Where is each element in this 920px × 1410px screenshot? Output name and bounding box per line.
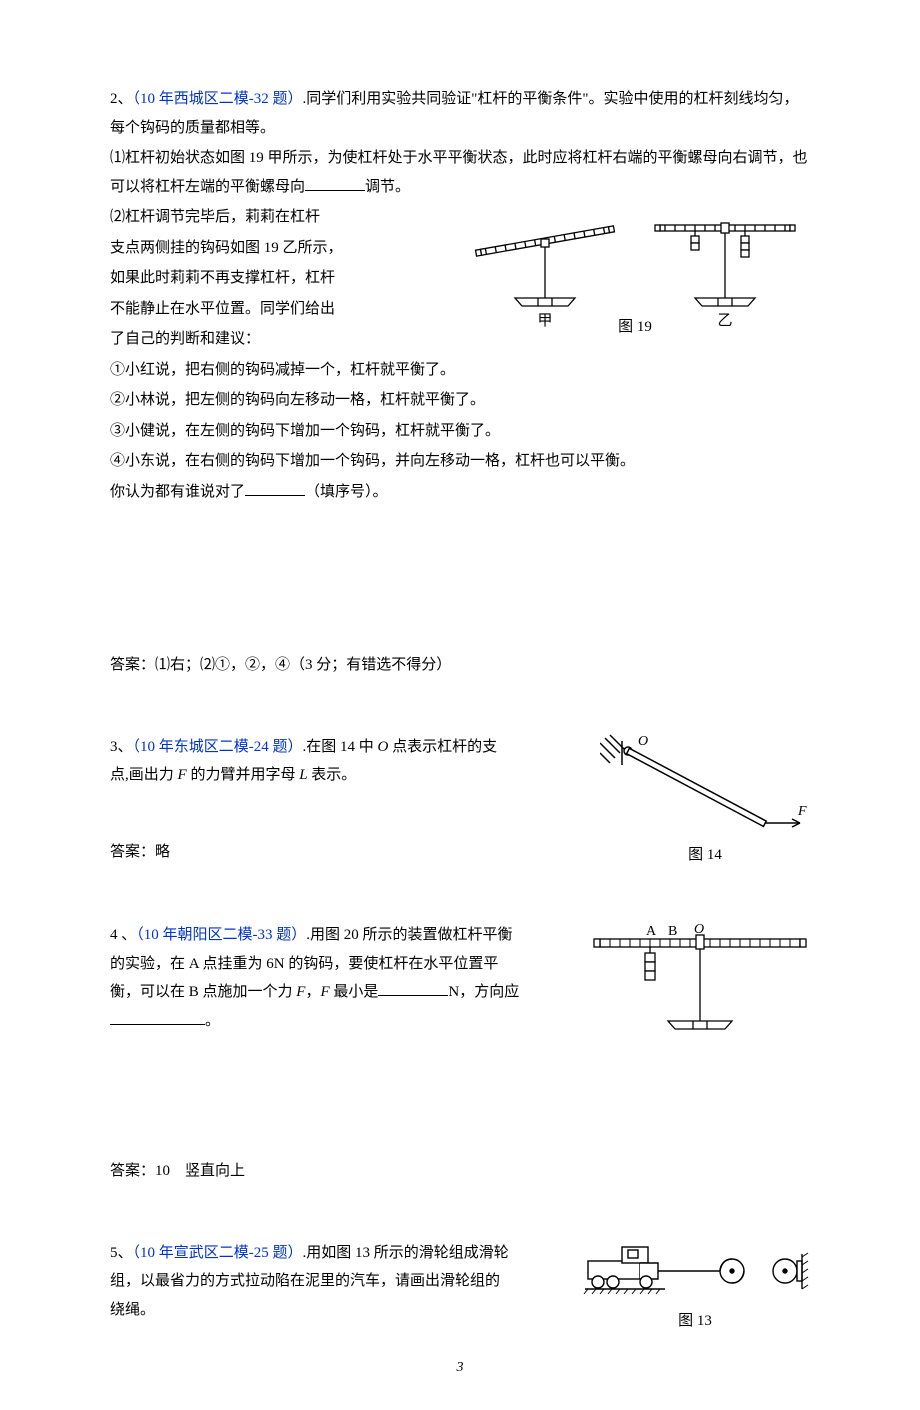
q2-option-3: ③小健说，在左侧的钩码下增加一个钩码，杠杆就平衡了。 (110, 417, 810, 446)
question-2: 2、（10 年西城区二模-32 题）.同学们利用实验共同验证"杠杆的平衡条件"。… (110, 85, 810, 698)
q4-F2: F (320, 984, 329, 1000)
lever-yi (655, 223, 795, 306)
fig14-F: F (797, 804, 807, 819)
figure-13: 图 13 (580, 1239, 810, 1336)
question-4: A B O 4 、（10 年朝阳区二模-33 题）.用图 20 所示的装置做杠杆… (110, 921, 810, 1204)
q4-t5: 。 (205, 1013, 220, 1029)
q4-t4: N，方向应 (448, 984, 519, 1000)
q4-answer: 答案：10 竖直向上 (110, 1157, 810, 1186)
blank-4 (110, 1010, 205, 1025)
q3-text: 3、（10 年东城区二模-24 题）.在图 14 中 O 点表示杠杆的支点,画出… (110, 733, 510, 790)
fig14-caption: 图 14 (600, 841, 810, 870)
q2-ask: 你认为都有谁说对了 （填序号）。 (110, 478, 810, 507)
q2-p3: 支点两侧挂的钩码如图 19 乙所示， (110, 234, 450, 263)
q3-O: O (378, 739, 389, 755)
figure-20: A B O (590, 921, 810, 1036)
q3-t3: 的力臂并用字母 (187, 767, 300, 783)
q5-source: （10 年宣武区二模-25 题） (133, 1245, 303, 1261)
q2-answer: 答案：⑴右；⑵①，②，④（3 分；有错选不得分） (110, 651, 810, 680)
figure-14: O F 图 14 (600, 733, 810, 870)
question-5: 图 13 5、（10 年宣武区二模-25 题）.用如图 13 所示的滑轮组成滑轮… (110, 1239, 810, 1336)
q3-L: L (299, 767, 307, 783)
lever-jia (476, 226, 615, 306)
fig14-O: O (638, 734, 648, 749)
q3-source: （10 年东城区二模-24 题） (133, 739, 303, 755)
blank-2 (245, 481, 305, 496)
q2-part2-text: ⑵杠杆调节完毕后，莉莉在杠杆 支点两侧挂的钩码如图 19 乙所示， 如果此时莉莉… (110, 203, 450, 354)
q5-text: 5、（10 年宣武区二模-25 题）.用如图 13 所示的滑轮组成滑轮组，以最省… (110, 1239, 510, 1325)
fig20-B: B (668, 924, 677, 939)
q2-qb: （填序号）。 (305, 484, 388, 500)
fig19-caption: 图 19 (618, 318, 652, 335)
q2-part1: ⑴杠杆初始状态如图 19 甲所示，为使杠杆处于水平平衡状态，此时应将杠杆右端的平… (110, 144, 810, 201)
q4-text: 4 、（10 年朝阳区二模-33 题）.用图 20 所示的装置做杠杆平衡的实验，… (110, 921, 525, 1035)
q2-p2: ⑵杠杆调节完毕后，莉莉在杠杆 (110, 203, 450, 232)
q2-intro: 2、（10 年西城区二模-32 题）.同学们利用实验共同验证"杠杆的平衡条件"。… (110, 85, 810, 142)
page-number: 3 (457, 1355, 464, 1382)
fig19-label-yi: 乙 (717, 313, 732, 329)
q4-source: （10 年朝阳区二模-33 题） (136, 927, 306, 943)
q3-t4: 表示。 (308, 767, 357, 783)
q5-number: 5、 (110, 1245, 133, 1261)
q3-F: F (178, 767, 187, 783)
q3-number: 3、 (110, 739, 133, 755)
q2-p5: 不能静止在水平位置。同学们给出 (110, 295, 450, 324)
blank-1 (305, 176, 365, 191)
fig20-O: O (694, 922, 704, 937)
fig19-label-jia: 甲 (537, 313, 552, 329)
q2-p1a: ⑴杠杆初始状态如图 19 甲所示，为使杠杆处于水平平衡状态，此时应将杠杆右端的平… (110, 150, 808, 195)
fig20-A: A (646, 924, 657, 939)
q2-option-1: ①小红说，把右侧的钩码减掉一个，杠杆就平衡了。 (110, 356, 810, 385)
q2-number: 2、 (110, 91, 133, 107)
q4-number: 4 、 (110, 927, 136, 943)
q2-p6: 了自己的判断和建议： (110, 325, 450, 354)
q2-p1b: 调节。 (365, 179, 410, 195)
q2-option-2: ②小林说，把左侧的钩码向左移动一格，杠杆就平衡了。 (110, 386, 810, 415)
blank-3 (378, 981, 448, 996)
q2-option-4: ④小东说，在右侧的钩码下增加一个钩码，并向左移动一格，杠杆也可以平衡。 (110, 447, 810, 476)
q3-t1: .在图 14 中 (303, 739, 378, 755)
question-3: O F 图 14 3、（10 年东城区二模-24 题）.在图 14 中 O 点表… (110, 733, 810, 887)
figure-19: 甲 (470, 203, 810, 338)
fig13-caption: 图 13 (580, 1307, 810, 1336)
q2-source: （10 年西城区二模-32 题） (133, 91, 303, 107)
q2-qa: 你认为都有谁说对了 (110, 484, 245, 500)
q2-p4: 如果此时莉莉不再支撑杠杆，杠杆 (110, 264, 450, 293)
q4-t3: 最小是 (330, 984, 379, 1000)
q4-t2: ， (305, 984, 320, 1000)
